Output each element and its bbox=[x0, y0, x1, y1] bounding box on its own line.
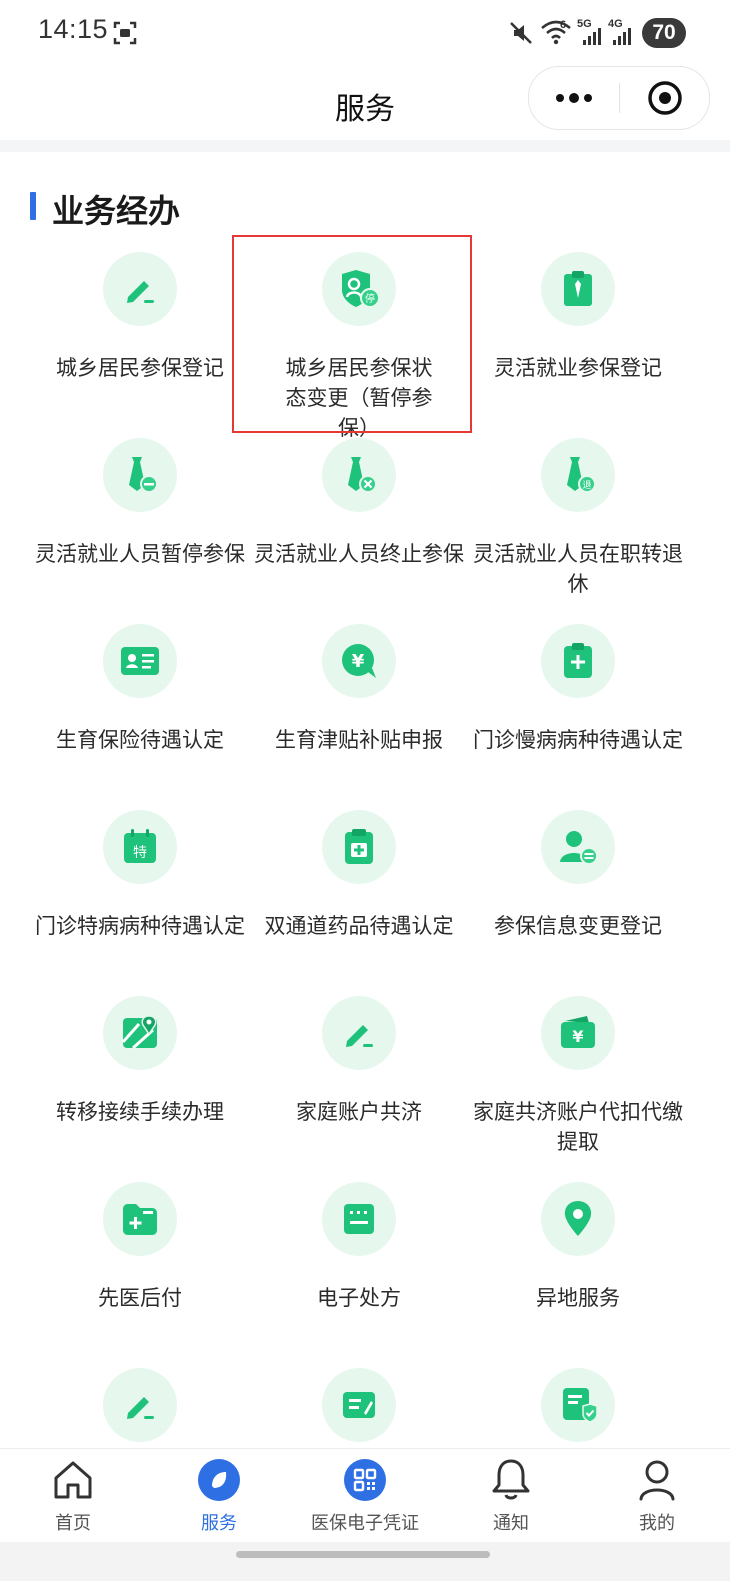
tab-home[interactable]: 首页 bbox=[0, 1449, 146, 1543]
service-tile[interactable]: 特 门诊特病病种待遇认定 bbox=[30, 798, 250, 984]
service-tile[interactable]: 生育保险待遇认定 bbox=[30, 612, 250, 798]
service-label: 生育保险待遇认定 bbox=[56, 728, 224, 752]
service-label: 转移接续手续办理 bbox=[56, 1100, 224, 1124]
service-tile[interactable]: 双通道药品待遇认定 bbox=[249, 798, 469, 984]
service-tile[interactable] bbox=[249, 1356, 469, 1448]
signal-4g-icon bbox=[612, 26, 634, 50]
wifi-label: 6 bbox=[560, 19, 567, 31]
service-label: 门诊慢病病种待遇认定 bbox=[473, 728, 683, 752]
screen-record-icon bbox=[112, 20, 138, 50]
clipboard-plus-icon bbox=[541, 624, 615, 698]
service-tile[interactable]: ¥ 家庭共济账户代扣代缴提取 bbox=[468, 984, 688, 1170]
service-tile[interactable]: 异地服务 bbox=[468, 1170, 688, 1356]
tab-label: 我的 bbox=[639, 1513, 675, 1534]
folder-plus-icon bbox=[103, 1182, 177, 1256]
nav-bar: 服务 bbox=[0, 66, 730, 140]
service-label: 家庭账户共济 bbox=[296, 1100, 422, 1124]
pencil-icon bbox=[103, 1368, 177, 1442]
home-indicator-area bbox=[0, 1542, 730, 1581]
bell-icon bbox=[488, 1457, 534, 1503]
svg-text:特: 特 bbox=[133, 845, 147, 861]
tie-minus-icon bbox=[103, 438, 177, 512]
tab-notifications[interactable]: 通知 bbox=[438, 1449, 584, 1543]
service-label: 家庭共济账户代扣代缴提取 bbox=[473, 1100, 683, 1154]
wallet-yuan-icon: ¥ bbox=[541, 996, 615, 1070]
clipboard-tie-icon bbox=[541, 252, 615, 326]
service-label: 门诊特病病种待遇认定 bbox=[35, 914, 245, 938]
service-label: 参保信息变更登记 bbox=[494, 914, 662, 938]
svg-text:¥: ¥ bbox=[572, 1027, 583, 1046]
svg-text:退: 退 bbox=[582, 480, 591, 491]
service-tile[interactable]: 参保信息变更登记 bbox=[468, 798, 688, 984]
bottom-tab-bar: 首页 服务 医保电子凭证 通知 我的 bbox=[0, 1448, 730, 1543]
tab-label: 医保电子凭证 bbox=[311, 1513, 419, 1534]
service-tile[interactable] bbox=[30, 1356, 250, 1448]
service-tile[interactable]: 转移接续手续办理 bbox=[30, 984, 250, 1170]
battery-indicator: 70 bbox=[642, 18, 686, 48]
home-icon bbox=[50, 1457, 96, 1503]
pencil-icon bbox=[322, 996, 396, 1070]
status-time: 14:15 bbox=[38, 14, 109, 44]
service-label: 双通道药品待遇认定 bbox=[264, 914, 454, 938]
medicine-clipboard-icon bbox=[322, 810, 396, 884]
document-shield-icon bbox=[541, 1368, 615, 1442]
service-label: 电子处方 bbox=[317, 1286, 401, 1310]
header-separator bbox=[0, 140, 730, 152]
qr-code-icon bbox=[342, 1457, 388, 1503]
tie-close-icon bbox=[322, 438, 396, 512]
map-pin-icon bbox=[103, 996, 177, 1070]
tab-label: 首页 bbox=[55, 1513, 91, 1534]
service-label: 城乡居民参保登记 bbox=[56, 356, 224, 380]
service-label: 先医后付 bbox=[98, 1286, 182, 1310]
tab-label: 服务 bbox=[201, 1513, 237, 1534]
wifi-icon bbox=[540, 18, 572, 50]
service-tile[interactable] bbox=[468, 1356, 688, 1448]
location-icon bbox=[541, 1182, 615, 1256]
service-tile[interactable]: 家庭账户共济 bbox=[249, 984, 469, 1170]
pencil-icon bbox=[103, 252, 177, 326]
home-indicator[interactable] bbox=[236, 1551, 490, 1558]
calendar-special-icon: 特 bbox=[103, 810, 177, 884]
section-accent-bar bbox=[30, 192, 36, 220]
selection-highlight bbox=[232, 235, 472, 433]
service-tile[interactable]: 灵活就业人员终止参保 bbox=[249, 426, 469, 612]
service-label: 灵活就业人员在职转退休 bbox=[473, 542, 683, 596]
tab-profile[interactable]: 我的 bbox=[584, 1449, 730, 1543]
svg-text:¥: ¥ bbox=[352, 651, 365, 672]
user-icon bbox=[634, 1457, 680, 1503]
service-label: 灵活就业参保登记 bbox=[494, 356, 662, 380]
service-tile[interactable]: 灵活就业参保登记 bbox=[468, 240, 688, 426]
document-edit-icon bbox=[322, 1368, 396, 1442]
status-bar: 14:15 6 5G 4G 70 bbox=[0, 0, 730, 68]
service-tile[interactable]: 电子处方 bbox=[249, 1170, 469, 1356]
service-label: 生育津贴补贴申报 bbox=[275, 728, 443, 752]
section-title: 业务经办 bbox=[52, 192, 181, 230]
service-label: 灵活就业人员终止参保 bbox=[254, 542, 464, 566]
service-tile[interactable]: 灵活就业人员暂停参保 bbox=[30, 426, 250, 612]
mute-icon bbox=[508, 20, 534, 50]
more-button[interactable] bbox=[529, 67, 619, 129]
tie-retire-icon: 退 bbox=[541, 438, 615, 512]
tab-service[interactable]: 服务 bbox=[146, 1449, 292, 1543]
service-label: 灵活就业人员暂停参保 bbox=[35, 542, 245, 566]
tab-medical-card[interactable]: 医保电子凭证 bbox=[292, 1449, 438, 1543]
service-tile[interactable]: 退 灵活就业人员在职转退休 bbox=[468, 426, 688, 612]
service-label: 异地服务 bbox=[536, 1286, 620, 1310]
service-tile[interactable]: 门诊慢病病种待遇认定 bbox=[468, 612, 688, 798]
person-edit-icon bbox=[541, 810, 615, 884]
target-circle-icon bbox=[647, 81, 682, 115]
prescription-icon bbox=[322, 1182, 396, 1256]
service-tile[interactable]: ¥ 生育津贴补贴申报 bbox=[249, 612, 469, 798]
service-tile[interactable]: 先医后付 bbox=[30, 1170, 250, 1356]
compass-icon bbox=[196, 1457, 242, 1503]
more-dots-icon bbox=[556, 93, 592, 103]
mini-program-capsule bbox=[528, 66, 710, 130]
yuan-coin-icon: ¥ bbox=[322, 624, 396, 698]
close-button[interactable] bbox=[620, 67, 709, 129]
signal-5g-icon bbox=[582, 26, 604, 50]
id-card-icon bbox=[103, 624, 177, 698]
service-tile[interactable]: 城乡居民参保登记 bbox=[30, 240, 250, 426]
tab-label: 通知 bbox=[493, 1513, 529, 1534]
